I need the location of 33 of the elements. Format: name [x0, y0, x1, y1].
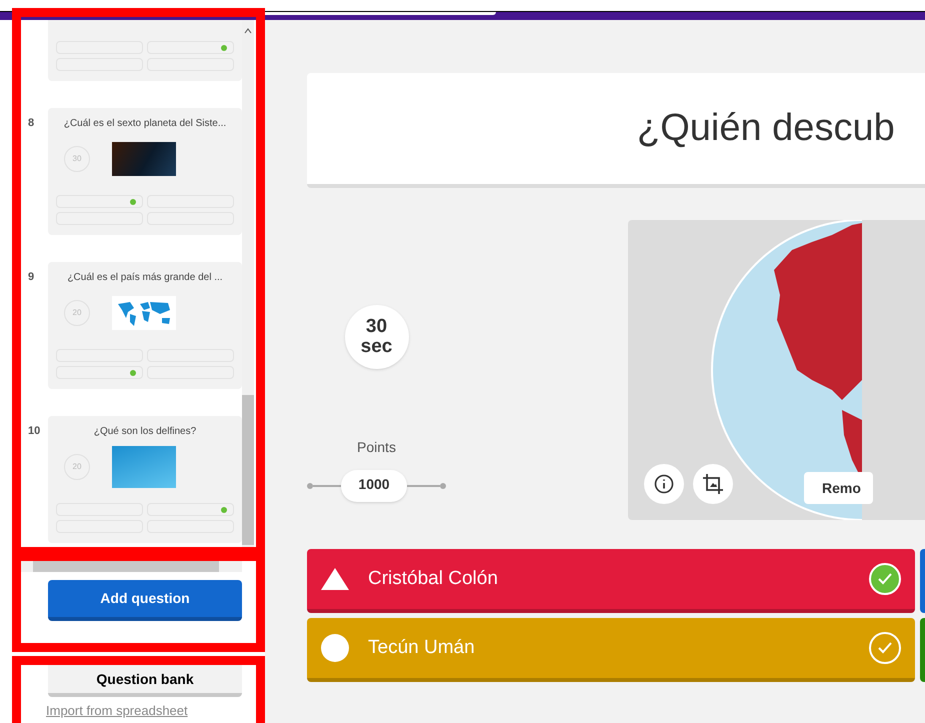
dolphin-photo-placeholder [112, 446, 176, 488]
correct-answer-toggle[interactable] [869, 563, 901, 595]
time-value: 30 [366, 317, 388, 337]
question-number: 10 [28, 425, 40, 437]
check-icon [878, 573, 892, 585]
world-map-icon [112, 296, 176, 330]
triangle-icon [321, 568, 349, 590]
answer-tile[interactable]: Cristóbal Colón [307, 549, 915, 613]
time-limit-badge[interactable]: 30 sec [344, 305, 408, 369]
remove-image-button[interactable]: Remo [804, 472, 873, 504]
check-icon [878, 642, 892, 654]
chevron-up-icon[interactable] [244, 28, 252, 34]
question-title: ¿Cuál es el sexto planeta del Siste... [62, 117, 228, 131]
question-number: 8 [28, 117, 34, 129]
question-title-card[interactable]: ¿Quién descub [307, 73, 925, 188]
planet-photo-placeholder [112, 142, 176, 176]
question-title: ¿Cuál es el país más grande del ... [66, 271, 224, 285]
correct-answer-toggle[interactable] [869, 632, 901, 664]
answer-text: Tecún Umán [368, 636, 475, 660]
crop-icon [702, 473, 724, 495]
import-link[interactable]: Import from spreadsheet [46, 701, 188, 720]
add-question-button[interactable]: Add question [48, 580, 242, 621]
answer-text: Cristóbal Colón [368, 566, 498, 591]
horizontal-scrollbar[interactable] [20, 560, 242, 572]
crop-image-button[interactable] [693, 464, 733, 504]
info-icon [654, 474, 674, 494]
points-selector[interactable]: 1000 [341, 470, 407, 502]
question-title: ¿Quién descub [637, 106, 895, 151]
info-button[interactable] [644, 464, 684, 504]
question-title: ¿Qué son los delfines? [92, 425, 198, 439]
question-number: 9 [28, 271, 34, 283]
points-label: Points [357, 438, 396, 457]
time-unit: sec [360, 337, 392, 357]
